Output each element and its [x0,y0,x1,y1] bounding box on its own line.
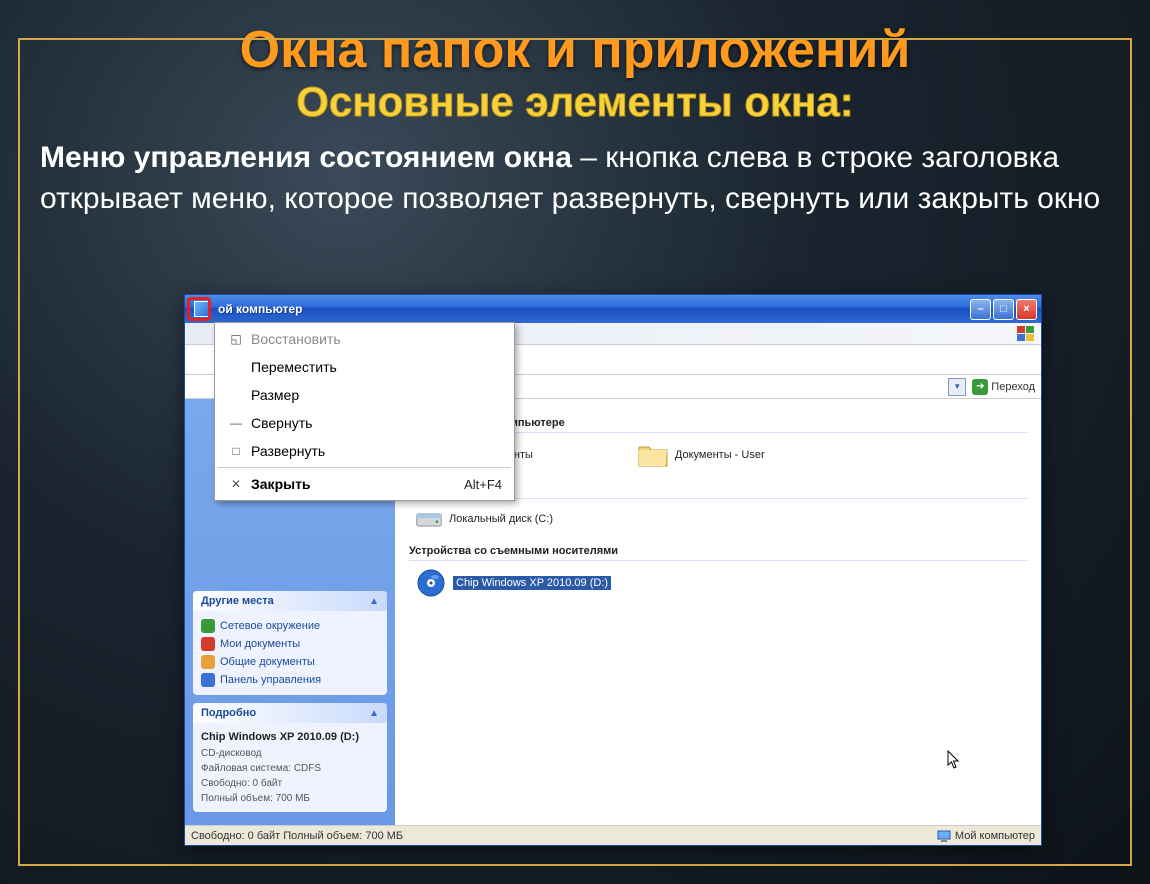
details-type: CD-дисковод [201,748,262,759]
details-filesystem: Файловая система: CDFS [201,763,321,774]
go-arrow-icon: ➔ [972,379,988,395]
status-right: Мой компьютер [937,829,1035,843]
minimize-button[interactable]: – [970,299,991,320]
details-title: Подробно [201,707,256,719]
close-icon: ✕ [225,477,247,491]
sysmenu-size[interactable]: Размер [217,381,512,409]
folder-icon [637,439,669,471]
link-label: Сетевое окружение [220,620,320,632]
details-body: Chip Windows XP 2010.09 (D:) CD-дисковод… [193,723,387,812]
collapse-icon: ▲ [369,708,379,719]
details-header[interactable]: Подробно ▲ [193,703,387,723]
sysmenu-restore[interactable]: ◱ Восстановить [217,325,512,353]
details-item-title: Chip Windows XP 2010.09 (D:) [201,731,359,743]
minimize-icon: — [225,416,247,430]
sysmenu-close[interactable]: ✕ Закрыть Alt+F4 [217,470,512,498]
system-icon-highlight [187,297,211,321]
link-icon [201,619,215,633]
computer-icon [937,829,951,843]
sysmenu-maximize[interactable]: □ Развернуть [217,437,512,465]
link-icon [201,655,215,669]
link-icon [201,637,215,651]
file-label: Локальный диск (C:) [449,513,553,525]
user-documents-item[interactable]: Документы - User [637,439,765,471]
link-label: Мои документы [220,638,300,650]
status-left: Свободно: 0 байт Полный объем: 700 МБ [191,830,937,842]
status-bar: Свободно: 0 байт Полный объем: 700 МБ Мо… [185,825,1041,845]
file-label: Документы - User [675,449,765,461]
maximize-button[interactable]: □ [993,299,1014,320]
sidebar-link[interactable]: Мои документы [201,635,379,653]
window-title: ой компьютер [218,302,302,316]
file-label: Chip Windows XP 2010.09 (D:) [453,576,611,590]
restore-icon: ◱ [225,332,247,346]
system-menu: ◱ Восстановить Переместить Размер — Свер… [214,322,515,501]
cd-icon [415,567,447,599]
details-free: Свободно: 0 байт [201,778,282,789]
link-label: Панель управления [220,674,321,686]
cd-drive-item[interactable]: Chip Windows XP 2010.09 (D:) [415,567,611,599]
link-icon [201,673,215,687]
go-button[interactable]: ➔ Переход [972,379,1035,395]
sidebar-link[interactable]: Общие документы [201,653,379,671]
status-right-label: Мой компьютер [955,830,1035,842]
sysmenu-minimize[interactable]: — Свернуть [217,409,512,437]
maximize-icon: □ [225,444,247,458]
other-places-title: Другие места [201,595,274,607]
go-label: Переход [991,381,1035,393]
local-disk-item[interactable]: Локальный диск (C:) [415,505,553,533]
menu-separator [218,467,511,468]
link-label: Общие документы [220,656,315,668]
sidebar-link[interactable]: Сетевое окружение [201,617,379,635]
close-label: Закрыть [251,476,311,492]
other-places-header[interactable]: Другие места ▲ [193,591,387,611]
sidebar-link[interactable]: Панель управления [201,671,379,689]
close-button[interactable]: × [1016,299,1037,320]
hdd-icon [415,505,443,533]
details-total: Полный объем: 700 МБ [201,793,310,804]
address-dropdown[interactable]: ▾ [948,378,966,396]
window-controls: – □ × [970,299,1037,320]
sysmenu-move[interactable]: Переместить [217,353,512,381]
other-places-panel: Другие места ▲ Сетевое окружение Мои доку… [193,591,387,695]
titlebar[interactable]: ой компьютер – □ × [185,295,1041,323]
windows-logo-icon [1017,326,1035,342]
removable-section-header: Устройства со съемными носителями [409,545,1027,561]
close-shortcut: Alt+F4 [464,477,502,492]
cursor-icon [947,750,961,775]
collapse-icon: ▲ [369,596,379,607]
details-panel: Подробно ▲ Chip Windows XP 2010.09 (D:) … [193,703,387,812]
